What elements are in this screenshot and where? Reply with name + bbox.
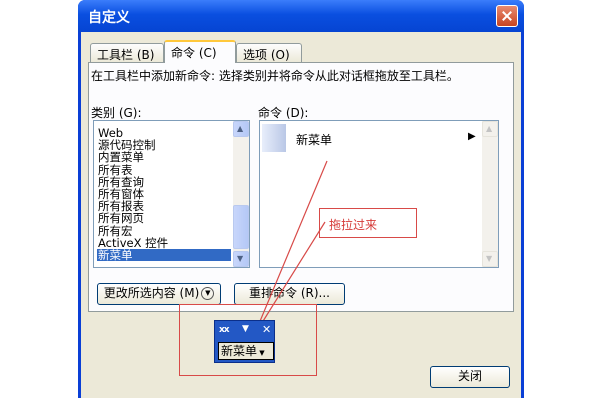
title-bar[interactable]: 自定义 xyxy=(78,0,524,32)
chevron-down-icon: ▼ xyxy=(486,254,493,263)
toolbar-item-label: 新菜单 xyxy=(221,344,258,358)
tab-commands[interactable]: 命令 (C) xyxy=(164,40,236,63)
list-item[interactable]: 所有表 xyxy=(97,163,231,176)
chevron-down-icon: ▼ xyxy=(257,349,265,357)
close-button[interactable]: 关闭 xyxy=(430,366,510,388)
dialog-title: 自定义 xyxy=(88,10,130,26)
chevron-up-icon: ▲ xyxy=(237,124,244,133)
categories-scrollbar[interactable]: ▲ ▼ xyxy=(233,121,249,267)
list-item[interactable]: 内置菜单 xyxy=(97,151,231,163)
floating-toolbar[interactable]: xx ▼ ✕ 新菜单 ▼ xyxy=(214,320,275,363)
command-label: 新菜单 xyxy=(296,133,333,147)
commands-scrollbar[interactable]: ▲ ▼ xyxy=(482,121,498,267)
close-icon[interactable] xyxy=(496,5,518,27)
categories-items: Web 源代码控制 内置菜单 所有表 所有查询 所有窗体 所有报表 所有网页 所… xyxy=(97,127,231,262)
chevron-down-icon: ▼ xyxy=(201,287,215,300)
annotation-text: 拖拉过来 xyxy=(329,218,378,232)
chevron-down-icon: ▼ xyxy=(237,254,244,263)
chevron-up-icon: ▲ xyxy=(486,124,493,133)
categories-list[interactable]: Web 源代码控制 内置菜单 所有表 所有查询 所有窗体 所有报表 所有网页 所… xyxy=(93,120,250,268)
instruction-text: 在工具栏中添加新命令: 选择类别并将命令从此对话框拖放至工具栏。 xyxy=(91,69,459,83)
list-item-selected[interactable]: 新菜单 xyxy=(97,249,231,262)
scroll-down-button[interactable]: ▼ xyxy=(233,251,249,267)
submenu-arrow-icon: ▶ xyxy=(468,131,476,142)
toolbar-options-icon[interactable]: ▼ xyxy=(242,324,249,334)
toolbar-grip-icon[interactable]: xx xyxy=(219,325,230,335)
tab-options[interactable]: 选项 (O) xyxy=(236,43,302,62)
scroll-thumb[interactable] xyxy=(233,205,249,249)
list-item[interactable]: 所有宏 xyxy=(97,224,231,237)
command-icon xyxy=(262,124,286,152)
rearrange-commands-button[interactable]: 重排命令 (R)... xyxy=(234,283,345,305)
annotation-box: 拖拉过来 xyxy=(319,208,417,238)
modify-selection-label: 更改所选内容 (M) xyxy=(103,286,200,300)
scroll-up-button[interactable]: ▲ xyxy=(482,121,498,137)
list-item[interactable]: 所有网页 xyxy=(97,212,231,224)
commands-list[interactable]: 新菜单 ▶ ▲ ▼ xyxy=(259,120,499,268)
toolbar-new-menu-item[interactable]: 新菜单 ▼ xyxy=(218,342,274,360)
toolbar-close-icon[interactable]: ✕ xyxy=(262,323,271,336)
categories-label: 类别 (G): xyxy=(91,106,142,120)
modify-selection-button[interactable]: 更改所选内容 (M) ▼ xyxy=(97,283,221,305)
tab-toolbars[interactable]: 工具栏 (B) xyxy=(90,43,164,62)
scroll-down-button[interactable]: ▼ xyxy=(482,251,498,267)
commands-label: 命令 (D): xyxy=(258,106,309,120)
command-item-new-menu[interactable]: 新菜单 ▶ xyxy=(262,124,480,152)
scroll-up-button[interactable]: ▲ xyxy=(233,121,249,137)
